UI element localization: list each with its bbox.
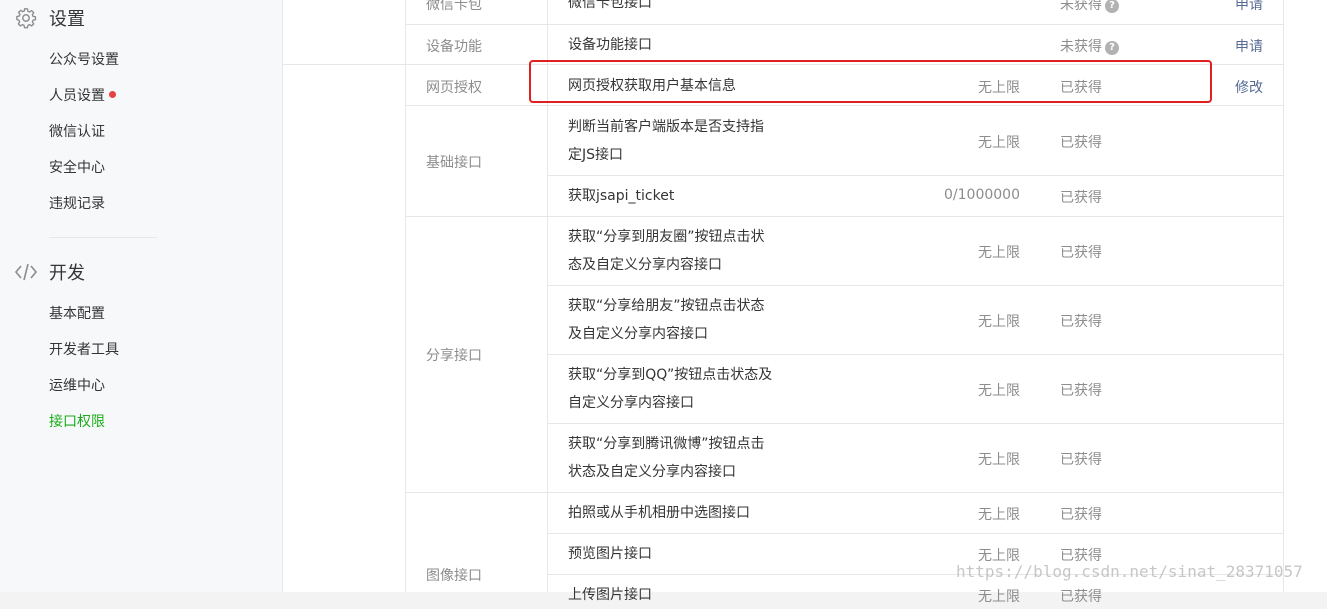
limit-cell: 无上限 <box>978 383 1020 399</box>
status-text: 未获得 <box>1060 0 1102 13</box>
watermark-text: https://blog.csdn.net/sinat_28371057 <box>956 562 1303 581</box>
sidebar-item-basic-config[interactable]: 基本配置 <box>49 304 105 324</box>
category-cell: 微信卡包 <box>426 0 482 13</box>
category-cell: 网页授权 <box>426 80 482 96</box>
status-text: 未获得 <box>1060 39 1102 55</box>
apply-link[interactable]: 申请 <box>1235 36 1263 56</box>
sidebar: 设置 公众号设置 人员设置 微信认证 安全中心 违规记录 开发 基本配置 开发者… <box>0 0 240 592</box>
row-divider <box>405 105 1283 106</box>
api-name-cell: 获取“分享到腾讯微博”按钮点击状态及自定义分享内容接口 <box>568 436 765 480</box>
api-name-cell: 拍照或从手机相册中选图接口 <box>568 505 750 521</box>
status-cell: 未获得? <box>1060 0 1119 14</box>
help-icon[interactable]: ? <box>1105 41 1119 55</box>
status-cell: 已获得 <box>1060 245 1102 261</box>
status-cell: 未获得? <box>1060 36 1119 56</box>
row-divider <box>547 354 1283 355</box>
category-cell: 设备功能 <box>426 39 482 55</box>
row-divider <box>547 533 1283 534</box>
limit-cell: 0/1000000 <box>944 187 1020 203</box>
help-icon[interactable]: ? <box>1105 0 1119 13</box>
sidebar-item-api-permissions[interactable]: 接口权限 <box>49 412 105 432</box>
apply-link[interactable]: 申请 <box>1235 0 1263 14</box>
modify-link[interactable]: 修改 <box>1235 77 1263 97</box>
api-name-cell: 判断当前客户端版本是否支持指定JS接口 <box>568 119 764 163</box>
row-divider <box>547 175 1283 176</box>
api-name-cell: 获取jsapi_ticket <box>568 188 675 204</box>
limit-cell: 无上限 <box>978 507 1020 523</box>
sidebar-item-ops-center[interactable]: 运维中心 <box>49 376 105 396</box>
column-divider <box>405 0 406 592</box>
gear-icon <box>14 6 38 30</box>
limit-cell: 无上限 <box>978 245 1020 261</box>
category-cell: 基础接口 <box>426 155 482 171</box>
limit-cell: 无上限 <box>978 589 1020 605</box>
api-name-cell: 上传图片接口 <box>568 587 652 603</box>
highlight-box <box>529 60 1212 103</box>
sidebar-divider <box>49 237 157 238</box>
row-divider <box>405 216 1283 217</box>
limit-cell: 无上限 <box>978 314 1020 330</box>
develop-section-title: 开发 <box>49 263 85 284</box>
sidebar-item-developer-tools[interactable]: 开发者工具 <box>49 340 119 360</box>
status-cell: 已获得 <box>1060 452 1102 468</box>
api-name-cell: 获取“分享到朋友圈”按钮点击状态及自定义分享内容接口 <box>568 229 765 273</box>
api-name-cell: 预览图片接口 <box>568 546 652 562</box>
status-cell: 已获得 <box>1060 383 1102 399</box>
status-cell: 已获得 <box>1060 314 1102 330</box>
sidebar-item-account-settings[interactable]: 公众号设置 <box>49 50 119 70</box>
api-name-cell: 获取“分享到QQ”按钮点击状态及自定义分享内容接口 <box>568 367 773 411</box>
limit-cell: 无上限 <box>978 452 1020 468</box>
sidebar-item-personnel-settings[interactable]: 人员设置 <box>49 86 116 106</box>
status-cell: 已获得 <box>1060 190 1102 206</box>
status-cell: 已获得 <box>1060 589 1102 605</box>
code-icon <box>14 260 38 284</box>
category-cell: 图像接口 <box>426 568 482 584</box>
settings-section-title: 设置 <box>49 9 85 30</box>
sidebar-item-security-center[interactable]: 安全中心 <box>49 158 105 178</box>
limit-cell: 无上限 <box>978 135 1020 151</box>
row-divider <box>547 423 1283 424</box>
sidebar-item-violation-records[interactable]: 违规记录 <box>49 194 105 214</box>
status-cell: 已获得 <box>1060 507 1102 523</box>
api-name-cell: 微信卡包接口 <box>568 0 652 11</box>
row-divider <box>405 24 1283 25</box>
status-cell: 已获得 <box>1060 135 1102 151</box>
sidebar-item-label: 人员设置 <box>49 88 105 104</box>
row-divider <box>547 285 1283 286</box>
row-divider <box>405 492 1283 493</box>
settings-section-header: 设置 <box>14 4 85 32</box>
category-cell: 分享接口 <box>426 348 482 364</box>
column-divider <box>1283 0 1284 592</box>
api-name-cell: 设备功能接口 <box>568 37 652 53</box>
sidebar-item-wechat-verification[interactable]: 微信认证 <box>49 122 105 142</box>
api-name-cell: 获取“分享给朋友”按钮点击状态及自定义分享内容接口 <box>568 298 765 342</box>
notification-dot-icon <box>109 91 116 98</box>
develop-section-header: 开发 <box>14 258 85 286</box>
